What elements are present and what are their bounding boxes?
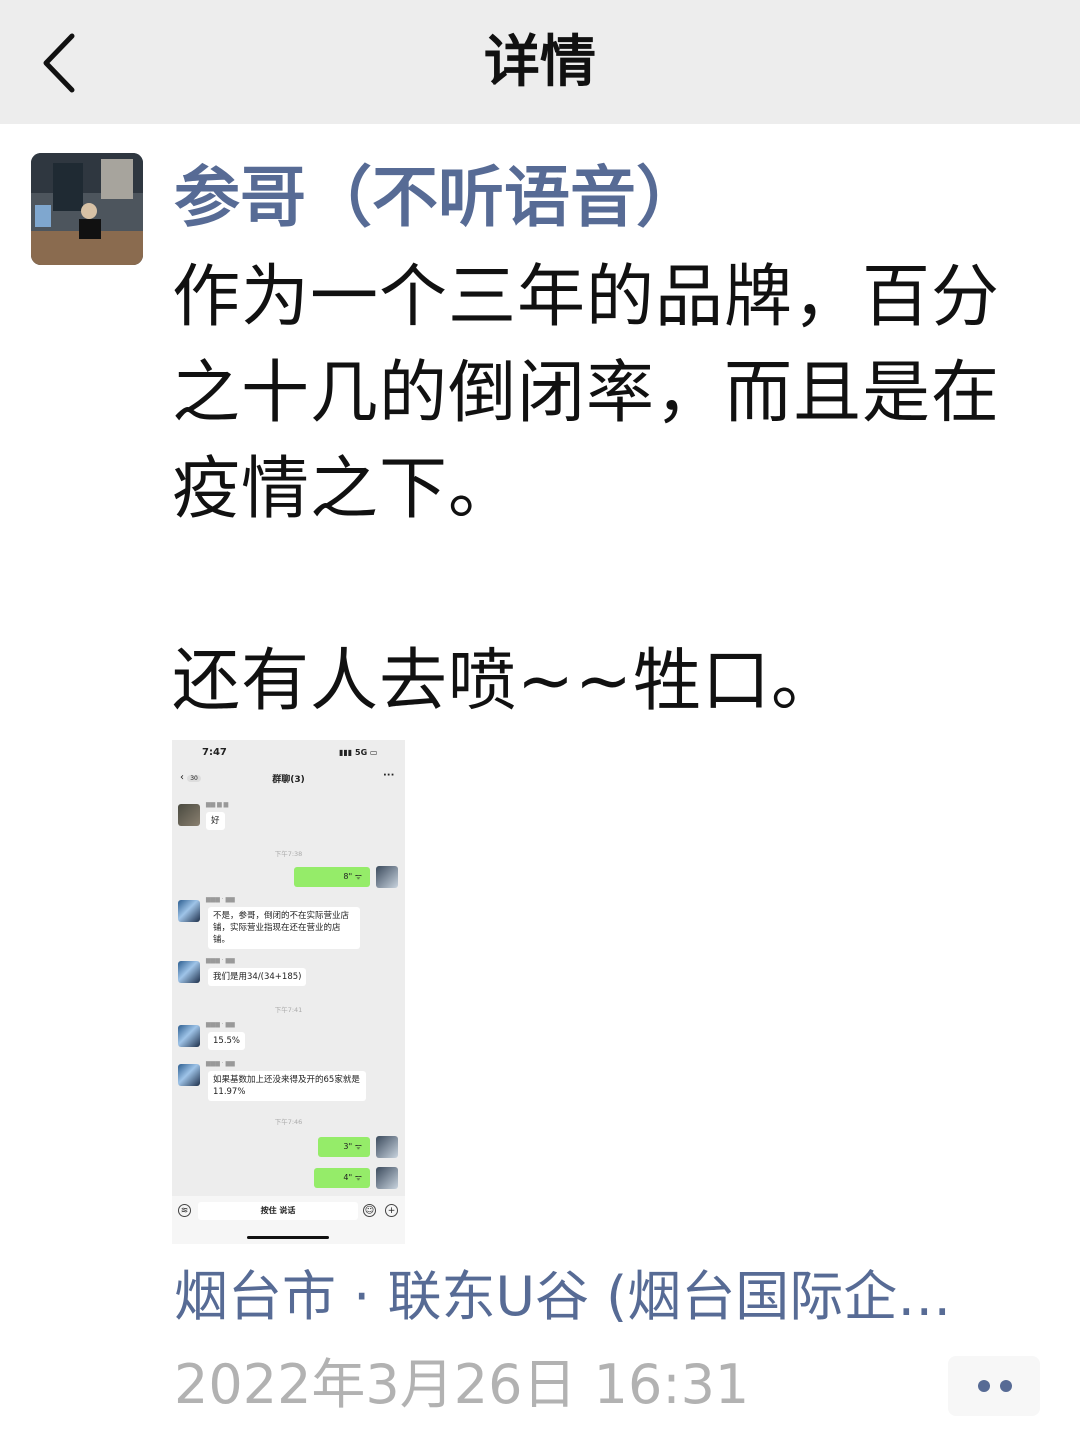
signal-icon: ▮▮▮	[339, 748, 355, 757]
message-bubble: 如果基数加上还没来得及开的65家就是11.97%	[208, 1071, 366, 1101]
avatar	[178, 1025, 200, 1047]
status-time: 7:47	[202, 747, 227, 758]
voice-icon: ᯤ	[354, 872, 362, 881]
hold-to-talk: 按住 说话	[198, 1202, 358, 1220]
voice-message: 4" ᯤ	[314, 1168, 370, 1188]
page-title: 详情	[484, 30, 596, 95]
message-timestamp: 下午7:46	[274, 1118, 303, 1126]
emoji-icon: ☺	[363, 1204, 376, 1217]
message-bubble: 好	[206, 812, 225, 830]
avatar	[178, 1064, 200, 1086]
voice-icon: ᯤ	[354, 1173, 362, 1182]
message-timestamp: 下午7:38	[274, 850, 303, 858]
post-time: 2022年3月26日 16:31	[174, 1353, 750, 1416]
post-image[interactable]: 7:47 ▮▮▮ 5G ▭ ‹ 30 群聊(3) ··· ▆▆ ▆ ▆ 好 下午…	[172, 740, 405, 1244]
avatar	[376, 1167, 398, 1189]
message-bubble: 15.5%	[208, 1032, 246, 1050]
avatar[interactable]	[31, 153, 143, 265]
more-dots-icon	[978, 1380, 990, 1392]
message-bubble: 不是，参哥，倒闭的不在实际营业店铺，实际营业指现在还在营业的店铺。	[208, 907, 360, 949]
author-name[interactable]: 参哥（不听语音）	[174, 158, 702, 238]
avatar	[178, 961, 200, 983]
more-icon: ···	[383, 770, 395, 781]
location-link[interactable]: 烟台市 · 联东U谷 (烟台国际企…	[174, 1262, 1044, 1332]
chat-title: 群聊(3)	[272, 775, 305, 785]
sender-name: ▆▆▆ · ▆▆	[206, 1060, 235, 1067]
voice-icon: ᯤ	[354, 1142, 362, 1151]
status-signal: ▮▮▮ 5G ▭	[339, 748, 378, 757]
avatar	[376, 1136, 398, 1158]
voice-message: 8" ᯤ	[294, 867, 370, 887]
home-indicator	[247, 1236, 329, 1239]
avatar	[178, 804, 200, 826]
voice-message: 3" ᯤ	[318, 1137, 370, 1157]
nav-bar: 详情	[0, 0, 1080, 124]
sender-name: ▆▆▆ · ▆▆	[206, 1021, 235, 1028]
voice-toggle-icon: ≋	[178, 1204, 191, 1217]
message-timestamp: 下午7:41	[274, 1006, 303, 1014]
avatar	[178, 900, 200, 922]
sender-name: ▆▆ ▆ ▆	[206, 801, 229, 808]
battery-icon: ▭	[367, 748, 378, 757]
message-bubble: 我们是用34/(34+185)	[208, 968, 307, 986]
post-text: 作为一个三年的品牌，百分之十几的倒闭率，而且是在疫情之下。 还有人去喷~~牲口。	[172, 258, 1001, 721]
sender-name: ▆▆▆ · ▆▆	[206, 896, 235, 903]
plus-icon: +	[385, 1204, 398, 1217]
more-actions-button[interactable]	[948, 1356, 1040, 1416]
avatar	[376, 866, 398, 888]
sender-name: ▆▆▆ · ▆▆	[206, 957, 235, 964]
more-dots-icon	[1000, 1380, 1012, 1392]
